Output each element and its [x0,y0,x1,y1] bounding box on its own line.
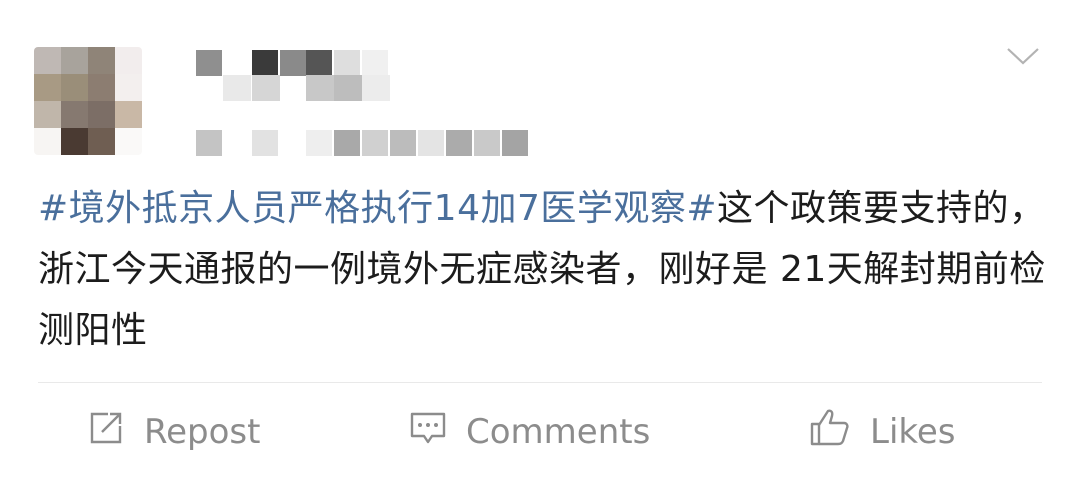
chevron-down-icon[interactable] [1006,44,1040,68]
comments-button[interactable]: Comments [408,400,650,464]
likes-button[interactable]: Likes [808,400,956,464]
comment-icon [408,408,448,457]
topic-link[interactable]: #境外抵京人员严格执行14加7医学观察# [38,188,717,229]
action-bar: Repost Comments Likes [0,400,1080,464]
likes-label: Likes [870,412,956,452]
comments-label: Comments [466,412,651,452]
post-meta-redacted [196,128,556,158]
repost-button[interactable]: Repost [86,400,260,464]
avatar[interactable] [34,47,142,155]
divider [38,382,1042,383]
post-card: #境外抵京人员严格执行14加7医学观察#这个政策要支持的，浙江今天通报的一例境外… [0,0,1080,479]
username-redacted[interactable] [196,47,396,103]
repost-icon [86,408,126,457]
thumbs-up-icon [808,406,852,459]
post-text: #境外抵京人员严格执行14加7医学观察#这个政策要支持的，浙江今天通报的一例境外… [38,178,1048,361]
repost-label: Repost [144,412,261,452]
